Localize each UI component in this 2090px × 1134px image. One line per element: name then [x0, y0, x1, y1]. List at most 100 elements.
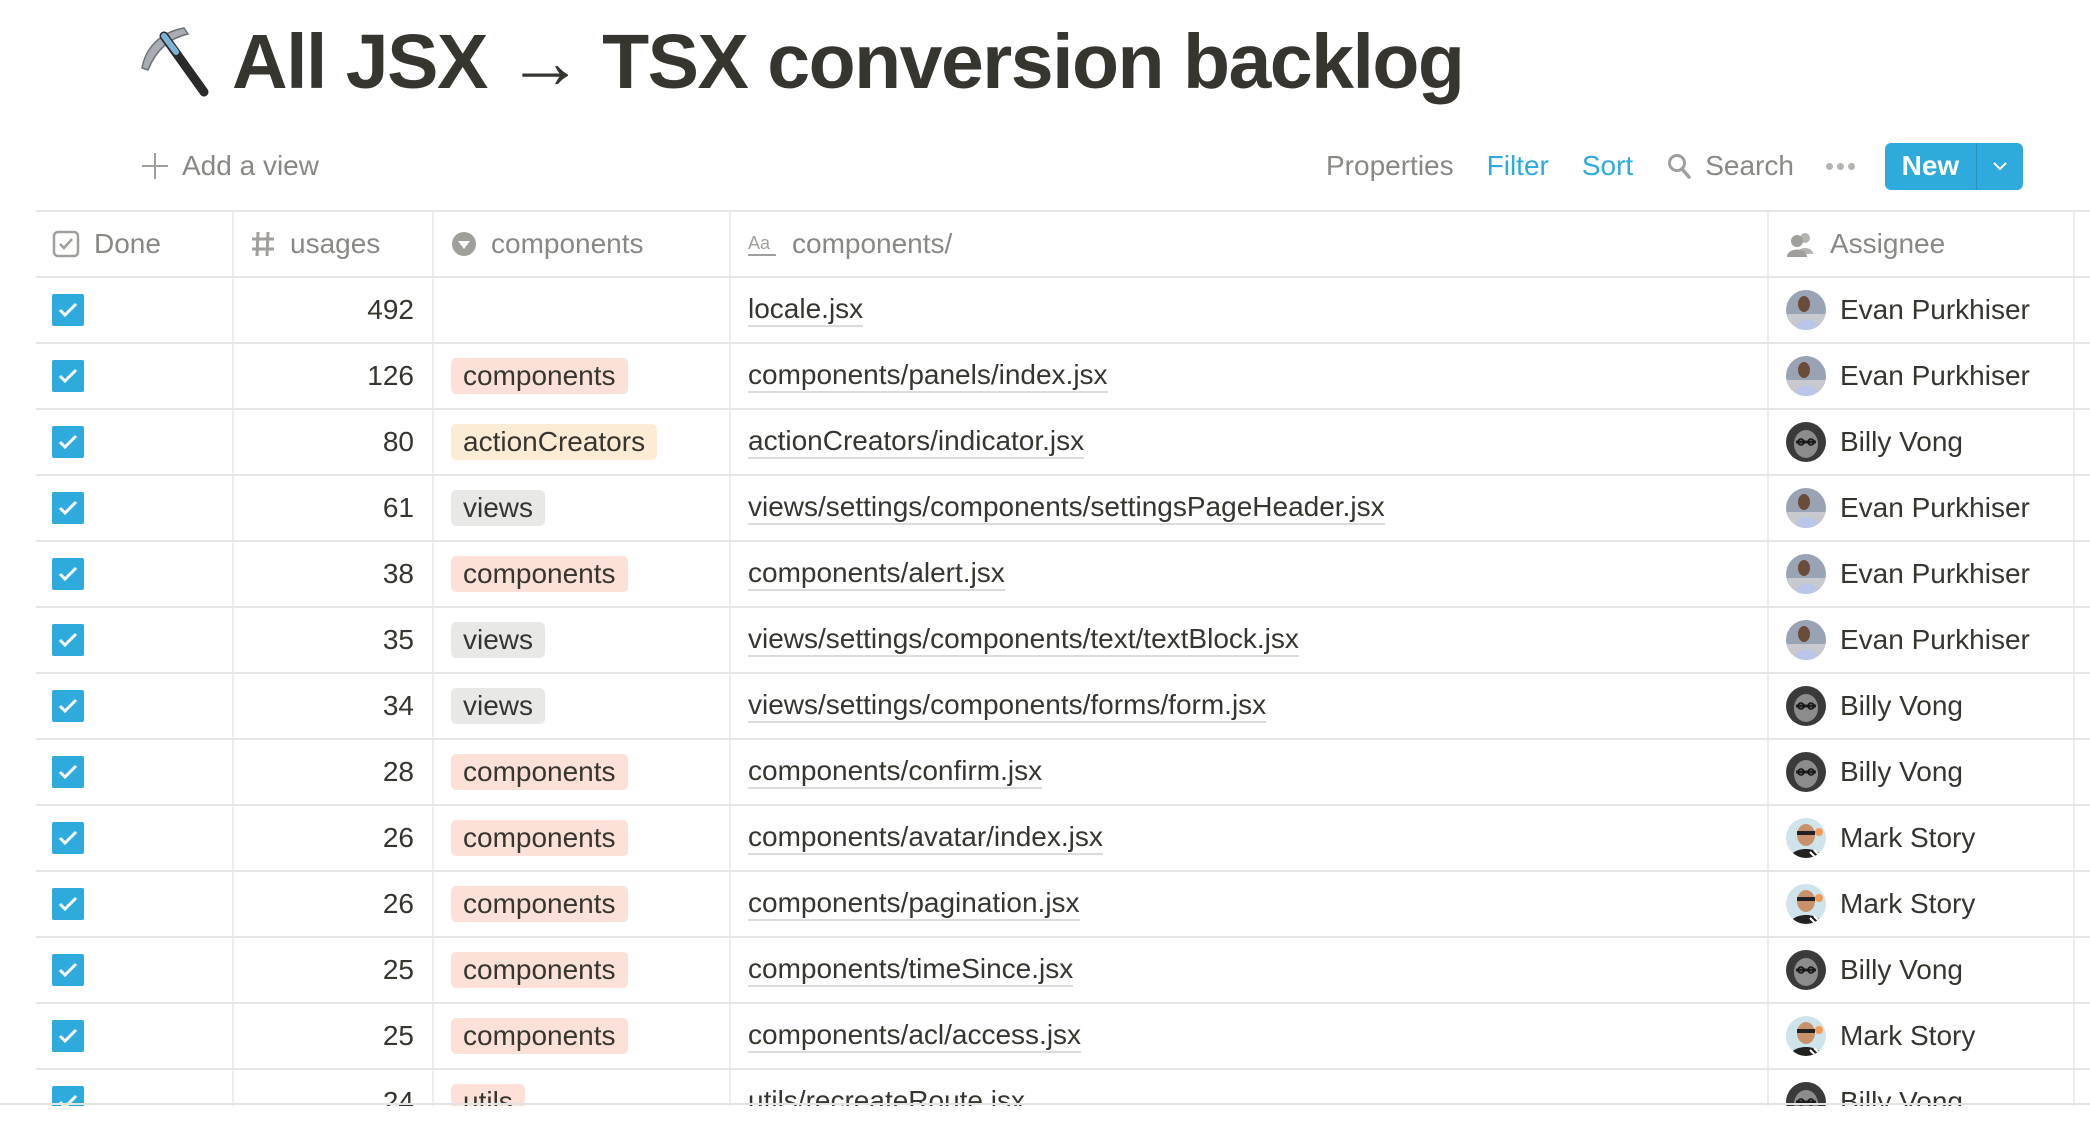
file-path-link[interactable]: views/settings/components/settingsPageHe… [748, 491, 1385, 525]
table-row[interactable]: 24 utils utils/recreateRoute.jsx Billy Vong [36, 1070, 2090, 1106]
path-cell[interactable]: components/timeSince.jsx [731, 938, 1769, 1002]
column-header-usages[interactable]: usages [234, 212, 434, 276]
path-cell[interactable]: views/settings/components/forms/form.jsx [731, 674, 1769, 738]
done-checkbox[interactable] [52, 360, 84, 392]
done-checkbox[interactable] [52, 888, 84, 920]
file-path-link[interactable]: components/panels/index.jsx [748, 359, 1108, 393]
add-view-button[interactable]: Add a view [142, 146, 319, 186]
column-header-path[interactable]: Aa components/ [731, 212, 1769, 276]
done-checkbox[interactable] [52, 492, 84, 524]
table-row[interactable]: 34 views views/settings/components/forms/f… [36, 674, 2090, 740]
table-row[interactable]: 25 components components/timeSince.jsx Bill… [36, 938, 2090, 1004]
components-cell[interactable]: views [434, 476, 731, 540]
more-dots-icon[interactable] [1825, 142, 1855, 190]
assignee-cell[interactable]: Mark Story [1769, 806, 2075, 870]
assignee-cell[interactable]: Evan Purkhiser [1769, 476, 2075, 540]
table-row[interactable]: 25 components components/acl/access.jsx Mar… [36, 1004, 2090, 1070]
table-row[interactable]: 80 actionCreators actionCreators/indicator… [36, 410, 2090, 476]
file-path-link[interactable]: components/pagination.jsx [748, 887, 1080, 921]
path-cell[interactable]: components/acl/access.jsx [731, 1004, 1769, 1068]
components-cell[interactable]: actionCreators [434, 410, 731, 474]
file-path-link[interactable]: components/alert.jsx [748, 557, 1005, 591]
usages-cell[interactable]: 38 [234, 542, 434, 606]
done-checkbox[interactable] [52, 294, 84, 326]
assignee-cell[interactable]: Evan Purkhiser [1769, 608, 2075, 672]
table-row[interactable]: 492 locale.jsx Evan Purkhiser [36, 278, 2090, 344]
usages-cell[interactable]: 34 [234, 674, 434, 738]
path-cell[interactable]: actionCreators/indicator.jsx [731, 410, 1769, 474]
file-path-link[interactable]: actionCreators/indicator.jsx [748, 425, 1085, 459]
file-path-link[interactable]: views/settings/components/forms/form.jsx [748, 689, 1267, 723]
path-cell[interactable]: utils/recreateRoute.jsx [731, 1070, 1769, 1106]
sort-button[interactable]: Sort [1582, 150, 1633, 182]
table-row[interactable]: 38 components components/alert.jsx Evan Pur… [36, 542, 2090, 608]
column-header-done[interactable]: Done [36, 212, 234, 276]
filter-button[interactable]: Filter [1487, 150, 1549, 182]
path-cell[interactable]: components/pagination.jsx [731, 872, 1769, 936]
usages-cell[interactable]: 61 [234, 476, 434, 540]
path-cell[interactable]: components/panels/index.jsx [731, 344, 1769, 408]
done-checkbox[interactable] [52, 822, 84, 854]
assignee-cell[interactable]: Billy Vong [1769, 740, 2075, 804]
components-cell[interactable]: components [434, 806, 731, 870]
usages-cell[interactable]: 28 [234, 740, 434, 804]
assignee-cell[interactable]: Billy Vong [1769, 674, 2075, 738]
components-cell[interactable]: components [434, 872, 731, 936]
assignee-cell[interactable]: Mark Story [1769, 1004, 2075, 1068]
column-header-components[interactable]: components [434, 212, 731, 276]
usages-cell[interactable]: 126 [234, 344, 434, 408]
done-checkbox[interactable] [52, 1020, 84, 1052]
usages-cell[interactable]: 25 [234, 938, 434, 1002]
file-path-link[interactable]: locale.jsx [748, 293, 864, 327]
path-cell[interactable]: views/settings/components/settingsPageHe… [731, 476, 1769, 540]
column-header-assignee[interactable]: Assignee [1769, 212, 2075, 276]
page-title[interactable]: All JSX → TSX conversion backlog [232, 14, 1465, 110]
usages-cell[interactable]: 26 [234, 806, 434, 870]
usages-cell[interactable]: 24 [234, 1070, 434, 1106]
file-path-link[interactable]: views/settings/components/text/textBlock… [748, 623, 1299, 657]
assignee-cell[interactable]: Billy Vong [1769, 1070, 2075, 1106]
done-checkbox[interactable] [52, 954, 84, 986]
pick-icon[interactable] [134, 22, 214, 102]
new-dropdown-button[interactable] [1975, 142, 2023, 190]
table-row[interactable]: 61 views views/settings/components/setting… [36, 476, 2090, 542]
assignee-cell[interactable]: Billy Vong [1769, 938, 2075, 1002]
properties-button[interactable]: Properties [1326, 150, 1454, 182]
components-cell[interactable]: components [434, 1004, 731, 1068]
usages-cell[interactable]: 492 [234, 278, 434, 342]
table-row[interactable]: 126 components components/panels/index.jsx… [36, 344, 2090, 410]
done-checkbox[interactable] [52, 690, 84, 722]
components-cell[interactable]: components [434, 938, 731, 1002]
done-checkbox[interactable] [52, 624, 84, 656]
assignee-cell[interactable]: Billy Vong [1769, 410, 2075, 474]
assignee-cell[interactable]: Evan Purkhiser [1769, 344, 2075, 408]
file-path-link[interactable]: components/avatar/index.jsx [748, 821, 1103, 855]
new-button[interactable]: New [1885, 143, 1976, 190]
components-cell[interactable]: utils [434, 1070, 731, 1106]
usages-cell[interactable]: 35 [234, 608, 434, 672]
assignee-cell[interactable]: Evan Purkhiser [1769, 542, 2075, 606]
search-button[interactable]: Search [1667, 150, 1794, 182]
table-row[interactable]: 26 components components/avatar/index.jsx M… [36, 806, 2090, 872]
file-path-link[interactable]: components/timeSince.jsx [748, 953, 1074, 987]
usages-cell[interactable]: 25 [234, 1004, 434, 1068]
components-cell[interactable]: components [434, 344, 731, 408]
done-checkbox[interactable] [52, 558, 84, 590]
usages-cell[interactable]: 80 [234, 410, 434, 474]
assignee-cell[interactable]: Evan Purkhiser [1769, 278, 2075, 342]
assignee-cell[interactable]: Mark Story [1769, 872, 2075, 936]
table-row[interactable]: 28 components components/confirm.jsx Billy … [36, 740, 2090, 806]
path-cell[interactable]: components/confirm.jsx [731, 740, 1769, 804]
path-cell[interactable]: components/avatar/index.jsx [731, 806, 1769, 870]
file-path-link[interactable]: components/confirm.jsx [748, 755, 1043, 789]
table-row[interactable]: 35 views views/settings/components/text/te… [36, 608, 2090, 674]
path-cell[interactable]: views/settings/components/text/textBlock… [731, 608, 1769, 672]
usages-cell[interactable]: 26 [234, 872, 434, 936]
table-row[interactable]: 26 components components/pagination.jsx Mar… [36, 872, 2090, 938]
path-cell[interactable]: locale.jsx [731, 278, 1769, 342]
components-cell[interactable]: views [434, 608, 731, 672]
done-checkbox[interactable] [52, 756, 84, 788]
path-cell[interactable]: components/alert.jsx [731, 542, 1769, 606]
components-cell[interactable]: components [434, 542, 731, 606]
components-cell[interactable]: views [434, 674, 731, 738]
